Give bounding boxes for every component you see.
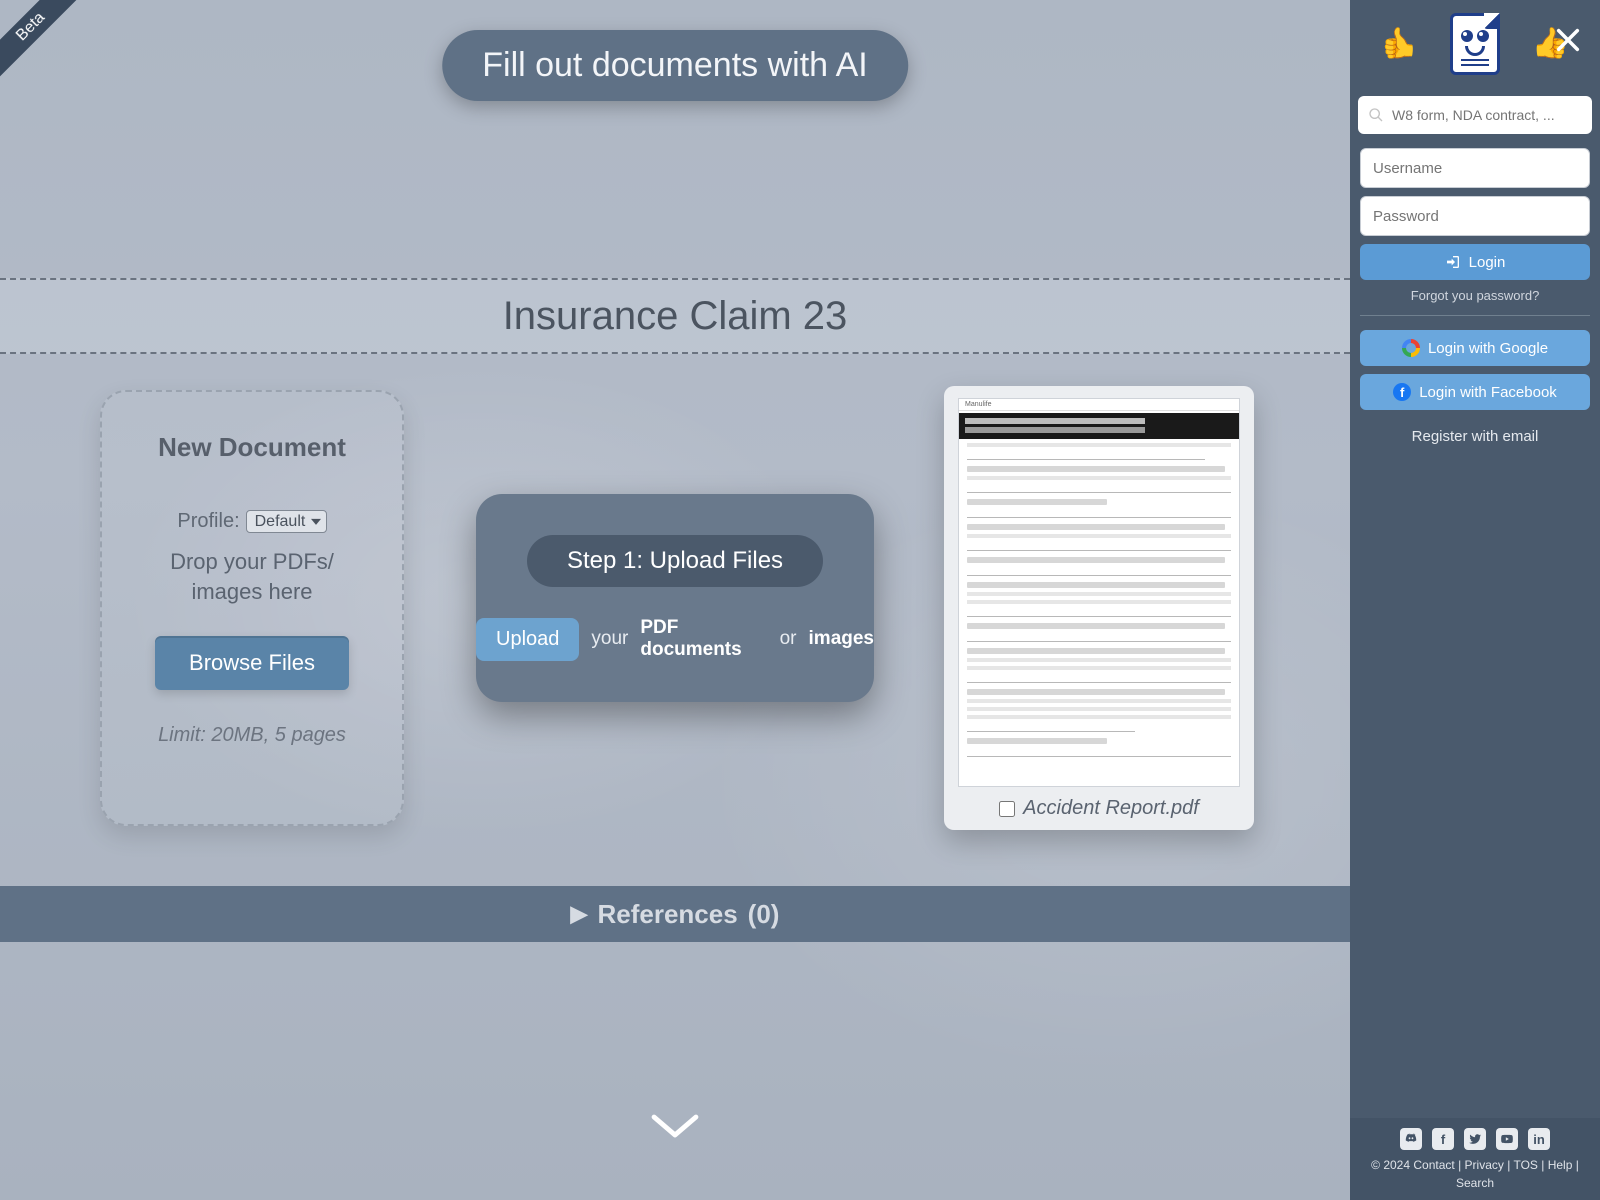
login-label: Login xyxy=(1469,254,1506,271)
divider xyxy=(1360,315,1590,316)
browse-files-button[interactable]: Browse Files xyxy=(155,636,349,690)
search-box[interactable] xyxy=(1358,96,1592,134)
close-sidebar-button[interactable] xyxy=(1554,26,1582,59)
footer-link-contact[interactable]: Contact xyxy=(1413,1158,1454,1172)
social-links: f in xyxy=(1360,1128,1590,1150)
footer-link-help[interactable]: Help xyxy=(1548,1158,1573,1172)
step-text: or xyxy=(780,628,797,650)
login-google-label: Login with Google xyxy=(1428,340,1548,357)
linkedin-icon[interactable]: in xyxy=(1528,1128,1550,1150)
profile-row: Profile: Default xyxy=(177,509,326,533)
hero-tagline: Fill out documents with AI xyxy=(442,30,908,101)
footer-links: © 2024 Contact | Privacy | TOS | Help | … xyxy=(1360,1156,1590,1192)
document-filename-row[interactable]: Accident Report.pdf xyxy=(999,797,1199,820)
expand-icon: ▶ xyxy=(571,901,588,927)
document-select-checkbox[interactable] xyxy=(999,801,1015,817)
step-text: your xyxy=(591,628,628,650)
references-count: (0) xyxy=(748,899,780,930)
sidebar-header: 👍 👍 xyxy=(1350,0,1600,92)
references-band[interactable]: ▶ References (0) xyxy=(0,886,1350,942)
footer-link-privacy[interactable]: Privacy xyxy=(1465,1158,1504,1172)
search-input[interactable] xyxy=(1392,107,1582,123)
document-title[interactable]: Insurance Claim 23 xyxy=(503,294,848,339)
new-document-heading: New Document xyxy=(158,432,346,463)
facebook-icon: f xyxy=(1393,383,1411,401)
document-filename: Accident Report.pdf xyxy=(1023,797,1199,820)
document-page-preview: Manulife xyxy=(958,398,1240,787)
sidebar: 👍 👍 Login Forgot you password? Login wit… xyxy=(1350,0,1600,1200)
onboarding-step-card: Step 1: Upload Files Upload your PDF doc… xyxy=(476,494,874,702)
upload-limit: Limit: 20MB, 5 pages xyxy=(158,724,346,747)
profile-label: Profile: xyxy=(177,510,239,533)
doc-brand: Manulife xyxy=(965,401,991,408)
main-area: Fill out documents with AI Insurance Cla… xyxy=(0,0,1350,1200)
upload-button[interactable]: Upload xyxy=(476,618,579,661)
login-form: Login Forgot you password? Login with Go… xyxy=(1360,148,1590,445)
document-thumbnail-card[interactable]: Manulife Accident Report.pdf xyxy=(944,386,1254,830)
thumbs-up-icon: 👍 xyxy=(1381,26,1418,61)
footer-link-search[interactable]: Search xyxy=(1456,1176,1494,1190)
login-facebook-label: Login with Facebook xyxy=(1419,384,1557,401)
references-label: References xyxy=(597,899,737,930)
profile-select[interactable]: Default xyxy=(246,510,327,533)
search-icon xyxy=(1368,107,1384,123)
google-icon xyxy=(1402,339,1420,357)
facebook-icon[interactable]: f xyxy=(1432,1128,1454,1150)
discord-icon[interactable] xyxy=(1400,1128,1422,1150)
step-title: Step 1: Upload Files xyxy=(527,535,823,587)
twitter-icon[interactable] xyxy=(1464,1128,1486,1150)
scroll-down-icon[interactable] xyxy=(645,1091,705,1160)
youtube-icon[interactable] xyxy=(1496,1128,1518,1150)
register-email-link[interactable]: Register with email xyxy=(1360,428,1590,445)
step-text-bold: images xyxy=(809,628,874,650)
drop-instruction: Drop your PDFs/ images here xyxy=(170,547,334,606)
login-google-button[interactable]: Login with Google xyxy=(1360,330,1590,366)
login-button[interactable]: Login xyxy=(1360,244,1590,280)
sidebar-footer: f in © 2024 Contact | Privacy | TOS | He… xyxy=(1350,1118,1600,1200)
upload-instruction: Upload your PDF documents or images xyxy=(476,617,874,661)
footer-link-tos[interactable]: TOS xyxy=(1513,1158,1537,1172)
copyright: © 2024 xyxy=(1371,1158,1410,1172)
document-title-band: Insurance Claim 23 xyxy=(0,278,1350,354)
new-document-card[interactable]: New Document Profile: Default Drop your … xyxy=(100,390,404,826)
password-field[interactable] xyxy=(1360,196,1590,236)
step-text-bold: PDF documents xyxy=(640,617,767,661)
forgot-password-link[interactable]: Forgot you password? xyxy=(1360,288,1590,303)
login-icon xyxy=(1445,254,1461,270)
mascot-logo: 👍 👍 xyxy=(1415,8,1535,80)
username-field[interactable] xyxy=(1360,148,1590,188)
login-facebook-button[interactable]: f Login with Facebook xyxy=(1360,374,1590,410)
